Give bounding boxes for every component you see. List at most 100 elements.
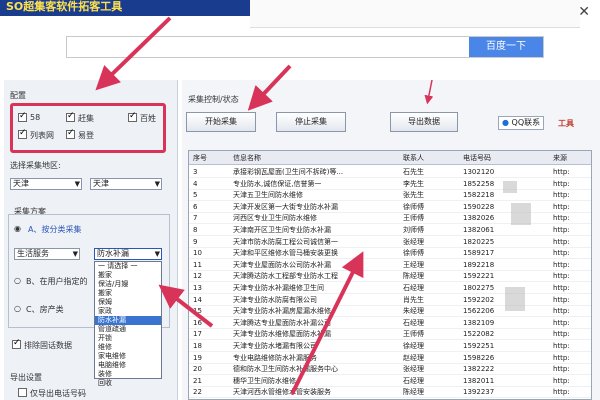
table-cell: 1302120: [463, 168, 495, 176]
dropdown-option[interactable]: 保洁/月嫂: [95, 280, 161, 289]
dropdown-option[interactable]: 维修: [95, 343, 161, 352]
table-row[interactable]: 10 天津和平区维修水管马桶安装更换 徐师傅 1589217 http:: [189, 248, 591, 260]
dropdown-option[interactable]: 家电维修: [95, 352, 161, 361]
dropdown-option[interactable]: 搬家: [95, 271, 161, 280]
dropdown-option[interactable]: 装修: [95, 370, 161, 379]
table-row[interactable]: 7 河西区专业卫生间防水维修 王师傅 1382026 http:: [189, 213, 591, 225]
table-row[interactable]: 16 天津腾达专业屋面防水补漏公司 石经理 1382109 http:: [189, 318, 591, 329]
search-button[interactable]: 百度一下: [469, 37, 543, 57]
dropdown-option[interactable]: 回收: [95, 379, 161, 388]
province-select[interactable]: 天津 ▼: [10, 178, 82, 190]
table-row[interactable]: 5 天津五卫生间防水维修 张先生 1582218 http:: [189, 190, 591, 202]
close-icon[interactable]: ✕: [578, 4, 590, 20]
radio-a[interactable]: ◉: [14, 224, 21, 233]
table-cell: 1392237: [463, 388, 495, 397]
col-phone: 电话号码: [463, 154, 491, 162]
table-row[interactable]: 9 天津市防水防腐工程公司诚信第一 张经理 1820225 http:: [189, 237, 591, 248]
checkbox-58[interactable]: [18, 111, 27, 122]
table-cell: http:: [553, 376, 570, 385]
table-row[interactable]: 4 专业防水,诚信保证,信誉第一 李先生 1852258 http:: [189, 179, 591, 190]
table-cell: 14: [193, 295, 202, 304]
table-row[interactable]: 19 专业电路维修防水补漏服务 赵经理 1598226 http:: [189, 353, 591, 364]
subcategory-dropdown[interactable]: 一 请选择 一搬家 保洁/月嫂 搬家 保姆 家政 防水补漏 管道疏通 开锁 维修 家电维修 电脑维修…: [94, 261, 162, 387]
export-button[interactable]: 导出数据: [390, 112, 458, 132]
table-cell: 1820225: [463, 237, 495, 246]
table-cell: http:: [553, 295, 570, 304]
dropdown-option[interactable]: 一 请选择 一: [95, 262, 161, 271]
table-cell: 天津专业防水补漏房屋漏水维修: [233, 307, 331, 316]
chevron-down-icon: ▼: [154, 250, 160, 258]
col-index: 序号: [193, 154, 207, 162]
table-cell: 21: [193, 376, 202, 385]
table-row[interactable]: 13 天津专业防水补漏维修卫生间 石经理 1802275 http:: [189, 283, 591, 294]
search-input[interactable]: [67, 37, 471, 57]
table-cell: 天津腾达专业屋面防水补漏公司: [233, 318, 331, 327]
dropdown-option[interactable]: 电脑维修: [95, 361, 161, 370]
col-source: 来源: [553, 154, 567, 162]
table-cell: 1598226: [463, 353, 495, 362]
table-cell: 1382011: [463, 376, 495, 385]
table-row[interactable]: 18 天津专业防水堵漏有限公司 徐经理 1592251 http:: [189, 341, 591, 352]
subcategory-select[interactable]: 防水补漏 ▼: [94, 248, 162, 260]
table-cell: 承接彩钢瓦屋面(卫生间不拆砖)等...: [233, 168, 344, 176]
city-select[interactable]: 天津 ▼: [90, 178, 162, 190]
only-phone-checkbox[interactable]: [18, 388, 27, 397]
dropdown-option[interactable]: 搬家: [95, 289, 161, 298]
table-row[interactable]: 15 天津专业防水补漏房屋漏水维修 朱经理 1562206 http:: [189, 306, 591, 318]
table-row[interactable]: 22 天津河西水管维修水管安装服务 陈经理 1392237 http:: [189, 387, 591, 399]
stop-button[interactable]: 停止采集: [276, 112, 346, 132]
radio-b[interactable]: ○: [14, 276, 21, 285]
dropdown-option[interactable]: 保姆: [95, 298, 161, 307]
qq-contact-button[interactable]: ● QQ联系: [498, 116, 545, 130]
dedupe-label: 排除固话数据: [24, 341, 72, 350]
table-row[interactable]: 3 承接彩钢瓦屋面(卫生间不拆砖)等... 石先生 1302120 http:: [189, 167, 591, 178]
results-table: 序号 信息名称 联系人 电话号码 来源 3 承接彩钢瓦屋面(卫生间不拆砖)等...…: [188, 150, 592, 400]
category-value: 生活服务: [17, 249, 49, 258]
table-cell: http:: [553, 191, 570, 200]
table-row[interactable]: 21 穗华卫生间防水维修 石经理 1382011 http:: [189, 376, 591, 387]
table-cell: 王师傅: [403, 214, 424, 223]
qq-penguin-icon: ●: [502, 118, 509, 127]
table-cell: 3: [193, 168, 198, 176]
table-cell: http:: [553, 342, 570, 350]
checkbox-ganji[interactable]: [66, 111, 75, 122]
table-row[interactable]: 11 天津专业屋面防水公司防水补漏 王经理 1892218 http:: [189, 260, 591, 271]
region-label: 选择采集地区:: [10, 161, 61, 170]
table-cell: http:: [553, 307, 570, 316]
table-cell: 天津专业防水补漏维修卫生间: [233, 284, 324, 292]
tools-link[interactable]: 工具: [558, 118, 574, 129]
table-cell: 徐经理: [403, 342, 424, 350]
table-cell: 1382109: [463, 318, 495, 327]
table-cell: 16: [193, 318, 202, 327]
subcategory-value: 防水补漏: [97, 249, 129, 258]
redaction: [511, 203, 531, 225]
table-cell: 1592251: [463, 342, 495, 350]
start-button[interactable]: 开始采集: [186, 112, 256, 132]
table-cell: 19: [193, 353, 202, 362]
table-cell: http:: [553, 353, 570, 362]
radio-c[interactable]: ○: [14, 304, 21, 313]
table-row[interactable]: 14 天津专业防水防腐有限公司 肖先生 1592202 http:: [189, 295, 591, 306]
category-select[interactable]: 生活服务 ▼: [14, 248, 80, 260]
checkbox-yideng[interactable]: [66, 128, 75, 139]
checkbox-baixing[interactable]: [128, 111, 137, 122]
redaction: [505, 287, 525, 311]
table-cell: 1852258: [463, 179, 495, 188]
table-row[interactable]: 6 天津开发区第一大街专业防水补漏 徐师傅 1590228 http:: [189, 202, 591, 213]
table-row[interactable]: 17 天津专业防水维修屋面防水补漏 王师傅 1522082 http:: [189, 329, 591, 341]
dropdown-option[interactable]: 家政: [95, 307, 161, 316]
table-row[interactable]: 20 德和防水卫生间防水补漏服务中心 张经理 1382222 http:: [189, 364, 591, 376]
config-title: 配置: [10, 91, 26, 100]
dedupe-checkbox[interactable]: [12, 338, 21, 349]
dropdown-option[interactable]: 开锁: [95, 334, 161, 343]
chevron-down-icon: ▼: [154, 180, 160, 188]
checkbox-liebiao[interactable]: [18, 128, 27, 139]
table-row[interactable]: 8 天津南开区卫生间专业防水补漏 刘师傅 1382061 http:: [189, 225, 591, 236]
table-cell: 1562206: [463, 307, 495, 316]
dropdown-option[interactable]: 防水补漏: [95, 316, 161, 325]
dropdown-option[interactable]: 管道疏通: [95, 325, 161, 334]
only-phone-label: 仅导出电话号码: [30, 389, 86, 398]
table-row[interactable]: 12 天津腾达防水工程部专业防水工程 陈经理 1592221 http:: [189, 271, 591, 283]
table-cell: 1522082: [463, 330, 495, 339]
label-58: 58: [30, 113, 41, 122]
